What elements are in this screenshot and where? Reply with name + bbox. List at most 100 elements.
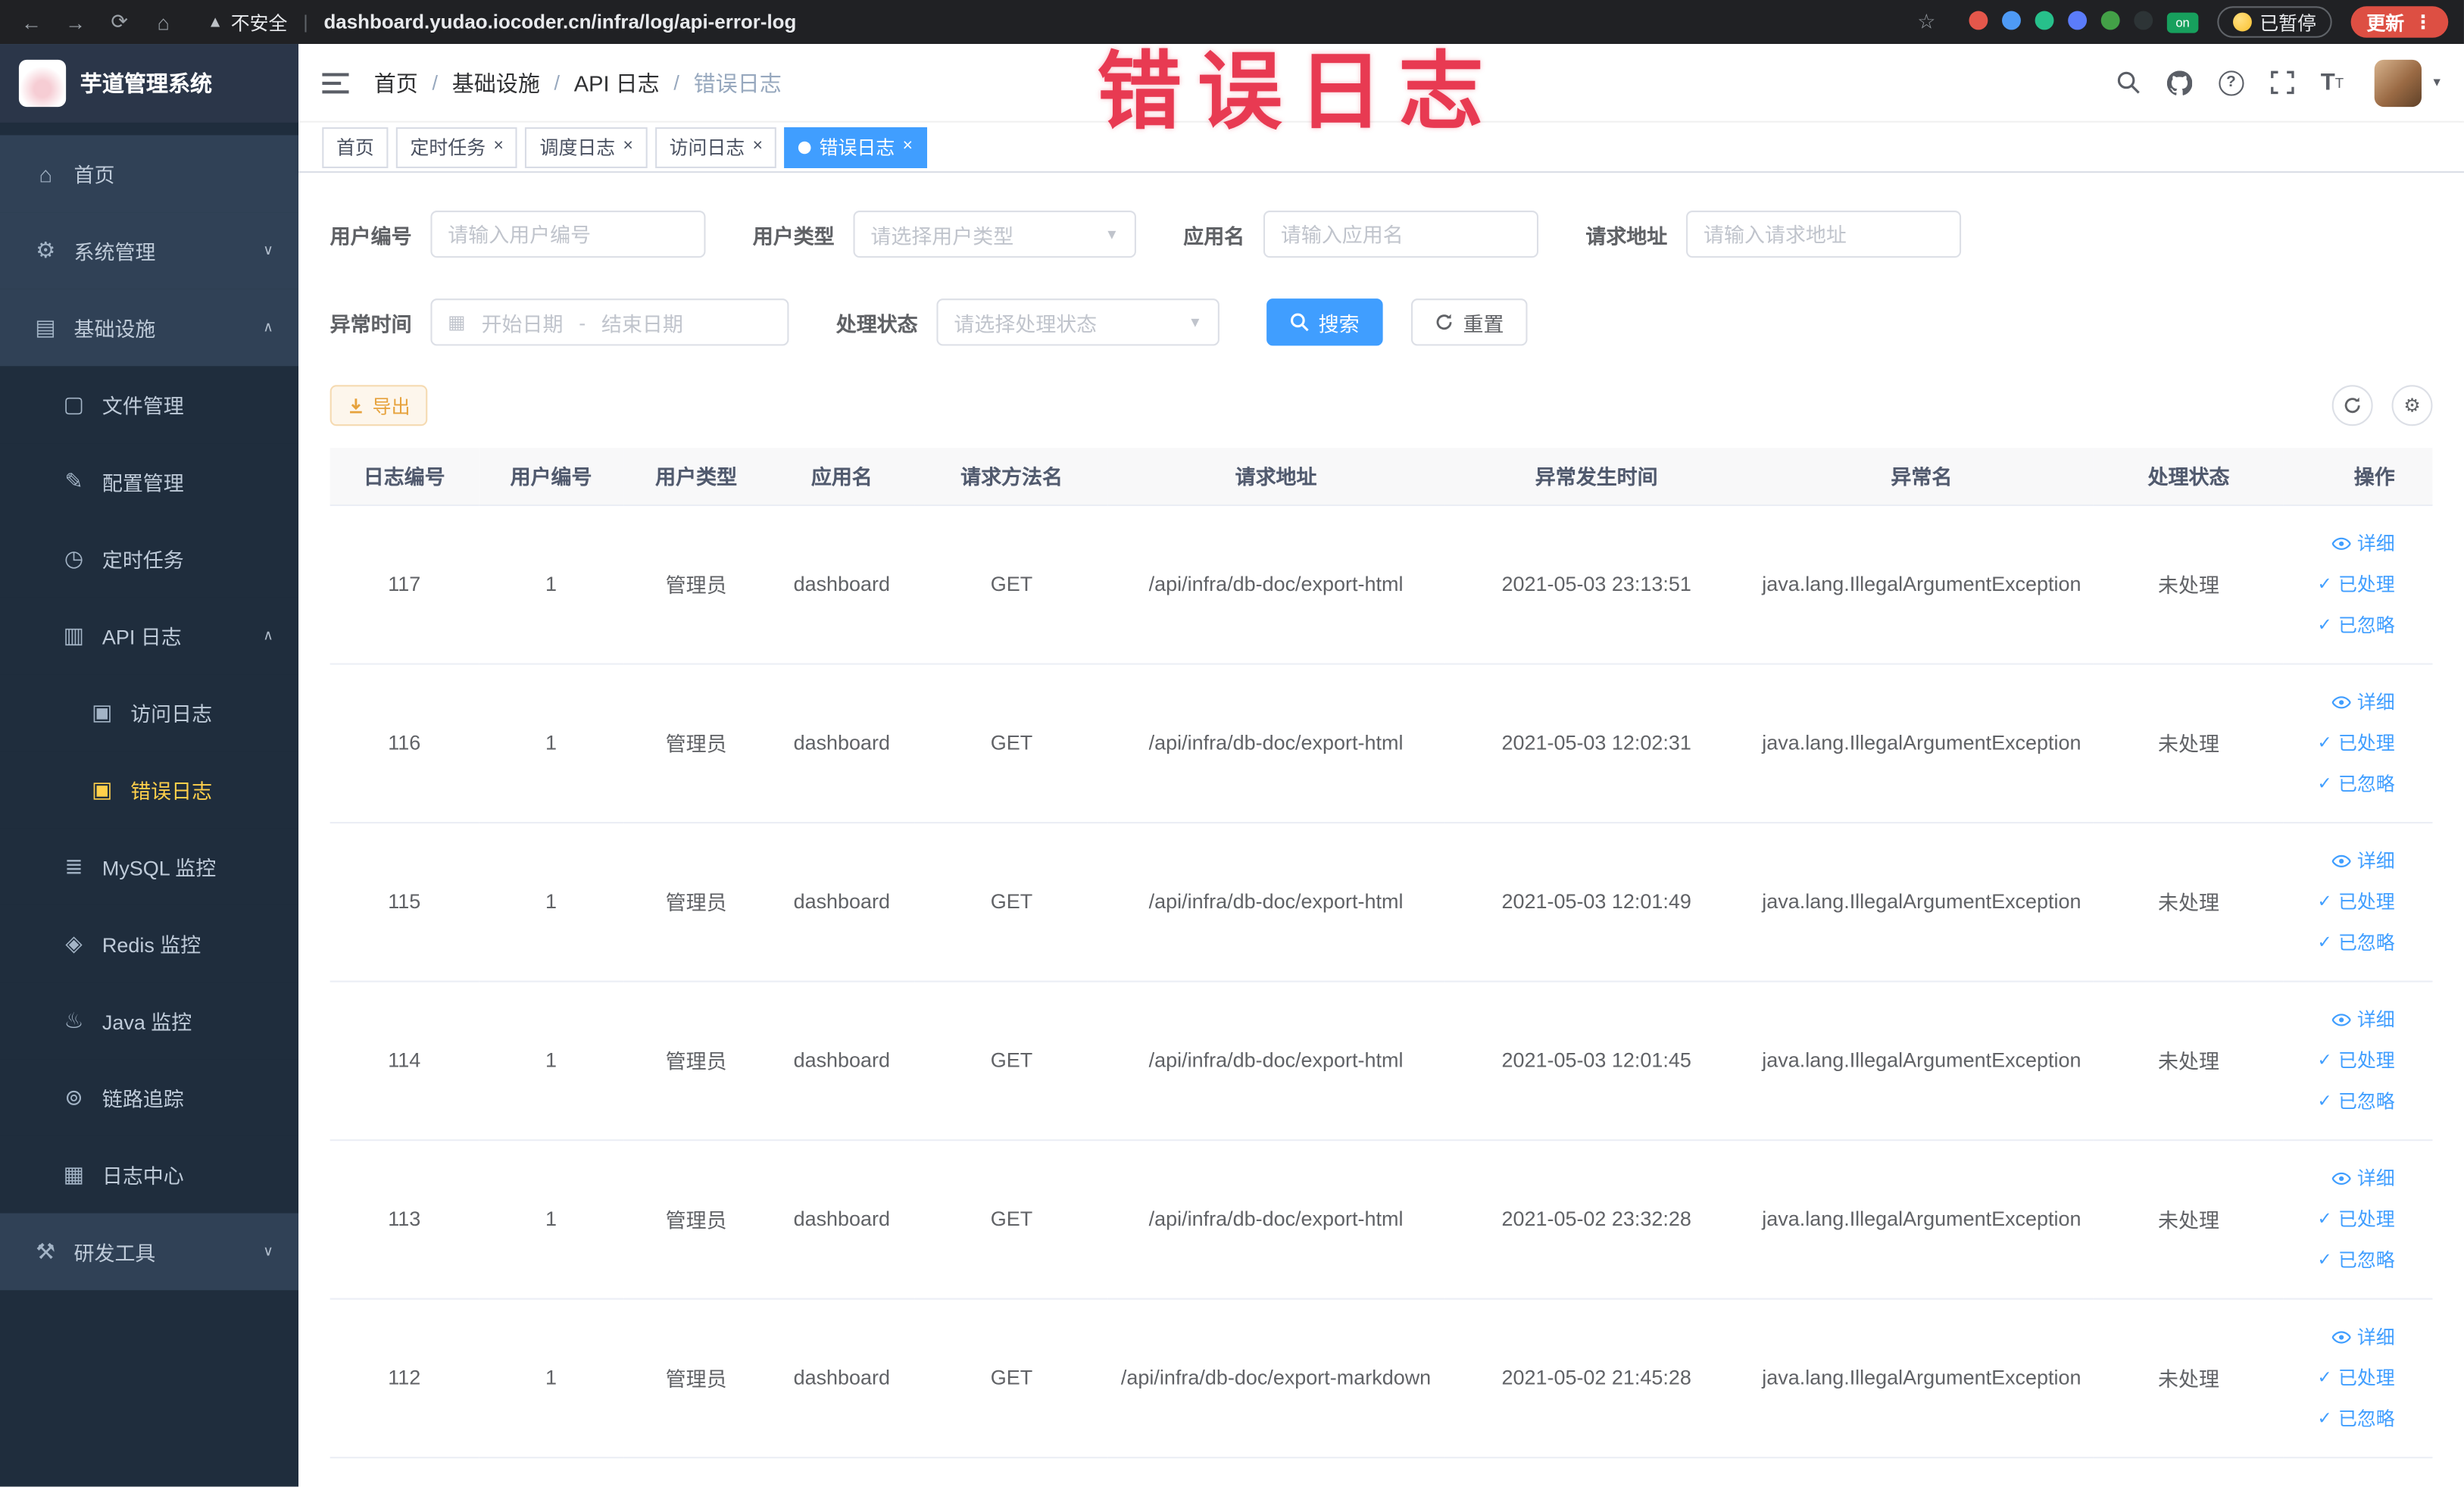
refresh-list-button[interactable] [2331, 385, 2373, 426]
column-settings-button[interactable]: ⚙ [2391, 385, 2433, 426]
sidebar-item-access-log[interactable]: ▣ 访问日志 [0, 674, 299, 751]
mark-processed-link[interactable]: ✓ 已处理 [2297, 1198, 2395, 1239]
github-icon[interactable] [2166, 70, 2192, 95]
process-status-select[interactable]: 请选择处理状态 ▼ [936, 298, 1220, 346]
cell-method: GET [914, 822, 1109, 982]
security-indicator[interactable]: ▲ 不安全 [208, 8, 288, 35]
cell-method: GET [914, 1139, 1109, 1299]
column-header: 操作 [2283, 448, 2433, 505]
download-icon [347, 397, 364, 414]
bookmark-star-icon[interactable]: ☆ [1911, 9, 1942, 34]
breadcrumb-item[interactable]: API 日志 [574, 67, 660, 98]
avatar[interactable] [2375, 58, 2422, 107]
sidebar-item-infra[interactable]: ▤ 基础设施 ∧ [0, 289, 299, 367]
kebab-menu-icon[interactable]: ⋮ [2414, 11, 2433, 33]
mark-ignored-link[interactable]: ✓ 已忽略 [2297, 922, 2395, 963]
breadcrumb-item[interactable]: 首页 [374, 67, 418, 98]
filter-row-2: 异常时间 ▦ 开始日期 - 结束日期 处理状态 请选择处理状态 ▼ 搜索 重置 [330, 298, 2433, 346]
fullscreen-icon[interactable] [2270, 70, 2294, 95]
browser-home-icon[interactable]: ⌂ [148, 10, 179, 33]
sidebar-item-label: Java 监控 [101, 1010, 192, 1035]
mark-processed-link[interactable]: ✓ 已处理 [2297, 1039, 2395, 1080]
sidebar-item-label: MySQL 监控 [101, 856, 217, 880]
check-icon: ✓ [2317, 892, 2332, 911]
breadcrumb-item[interactable]: 基础设施 [452, 67, 540, 98]
extension-icon[interactable] [1969, 10, 1988, 30]
sidebar-item-java[interactable]: ♨ Java 监控 [0, 982, 299, 1060]
hamburger-icon[interactable] [322, 71, 349, 93]
mark-ignored-link[interactable]: ✓ 已忽略 [2297, 604, 2395, 645]
app-name-input[interactable] [1263, 210, 1539, 258]
cell-user-id: 1 [478, 1298, 624, 1458]
tab[interactable]: 错误日志 × [785, 127, 927, 167]
sidebar-item-config[interactable]: ✎ 配置管理 [0, 443, 299, 520]
user-id-input[interactable] [430, 210, 706, 258]
sidebar-item-error-log[interactable]: ▣ 错误日志 [0, 751, 299, 829]
cell-request-url: /api/infra/db-doc/export-html [1108, 822, 1444, 982]
mark-processed-link[interactable]: ✓ 已处理 [2297, 722, 2395, 763]
close-icon[interactable]: × [623, 138, 633, 156]
tab[interactable]: 定时任务 × [395, 127, 518, 167]
extension-on-badge[interactable]: on [2166, 11, 2199, 33]
tab[interactable]: 调度日志 × [525, 127, 648, 167]
address-url[interactable]: dashboard.yudao.iocoder.cn/infra/log/api… [323, 11, 796, 33]
active-tab-dot [798, 140, 812, 154]
mark-ignored-link[interactable]: ✓ 已忽略 [2297, 1239, 2395, 1280]
close-icon[interactable]: × [903, 138, 913, 156]
mark-processed-link[interactable]: ✓ 已处理 [2297, 1357, 2395, 1398]
back-icon[interactable]: ← [16, 10, 47, 33]
mark-ignored-link[interactable]: ✓ 已忽略 [2297, 763, 2395, 804]
extension-icon[interactable] [2134, 10, 2153, 30]
mark-ignored-link[interactable]: ✓ 已忽略 [2297, 1080, 2395, 1121]
search-icon[interactable] [2116, 70, 2140, 94]
detail-link[interactable]: 详细 [2297, 998, 2395, 1039]
detail-link[interactable]: 详细 [2297, 1316, 2395, 1357]
paused-badge[interactable]: 已暂停 [2217, 6, 2332, 38]
eye-icon [2331, 851, 2351, 870]
forward-icon[interactable]: → [60, 10, 91, 33]
export-button[interactable]: 导出 [329, 385, 428, 426]
extension-icon[interactable] [2100, 10, 2120, 30]
detail-link[interactable]: 详细 [2297, 523, 2395, 564]
cell-log-id: 112 [329, 1298, 479, 1458]
tab[interactable]: 访问日志 × [654, 127, 777, 167]
detail-link[interactable]: 详细 [2297, 681, 2395, 722]
cell-user-id: 1 [478, 822, 624, 982]
search-button[interactable]: 搜索 [1266, 298, 1383, 346]
exception-time-range-picker[interactable]: ▦ 开始日期 - 结束日期 [430, 298, 789, 346]
sidebar-item-dev-tools[interactable]: ⚒ 研发工具 ∨ [0, 1213, 299, 1291]
chevron-down-icon[interactable]: ▾ [2433, 74, 2440, 92]
tab[interactable]: 首页 [322, 127, 389, 167]
reset-button[interactable]: 重置 [1411, 298, 1528, 346]
detail-link[interactable]: 详细 [2297, 1157, 2395, 1198]
close-icon[interactable]: × [753, 138, 763, 156]
cell-app-name: dashboard [768, 1298, 915, 1458]
close-icon[interactable]: × [493, 138, 503, 156]
detail-link[interactable]: 详细 [2297, 840, 2395, 881]
sidebar-item-file[interactable]: ▢ 文件管理 [0, 366, 299, 444]
mark-processed-link[interactable]: ✓ 已处理 [2297, 881, 2395, 922]
reset-button-label: 重置 [1463, 311, 1504, 336]
extension-icon[interactable] [2001, 10, 2021, 30]
request-url-input[interactable] [1686, 210, 1962, 258]
sidebar-item-mysql[interactable]: ≣ MySQL 监控 [0, 828, 299, 905]
sidebar-item-log-center[interactable]: ▦ 日志中心 [0, 1136, 299, 1214]
update-button[interactable]: 更新 ⋮ [2350, 6, 2449, 38]
sidebar-item-home[interactable]: ⌂ 首页 [0, 135, 299, 213]
check-icon: ✓ [2317, 574, 2332, 594]
sidebar-item-redis[interactable]: ◈ Redis 监控 [0, 904, 299, 982]
sidebar-item-trace[interactable]: ⊚ 链路追踪 [0, 1059, 299, 1136]
extension-icon[interactable] [2068, 10, 2088, 30]
font-size-icon[interactable]: TT [2321, 69, 2344, 95]
mark-processed-link[interactable]: ✓ 已处理 [2297, 564, 2395, 604]
sidebar-item-job[interactable]: ◷ 定时任务 [0, 520, 299, 598]
mark-ignored-link[interactable]: ✓ 已忽略 [2297, 1398, 2395, 1439]
logo: 芋道管理系统 [0, 44, 299, 123]
extension-icon[interactable] [2035, 10, 2054, 30]
reload-icon[interactable]: ⟳ [104, 9, 135, 34]
sidebar-item-system[interactable]: ⚙ 系统管理 ∨ [0, 212, 299, 289]
sidebar-item-api-log[interactable]: ▥ API 日志 ∧ [0, 597, 299, 675]
user-type-select[interactable]: 请选择用户类型 ▼ [853, 210, 1137, 258]
help-icon[interactable]: ? [2218, 70, 2244, 95]
emoji-face-icon [2232, 12, 2252, 32]
